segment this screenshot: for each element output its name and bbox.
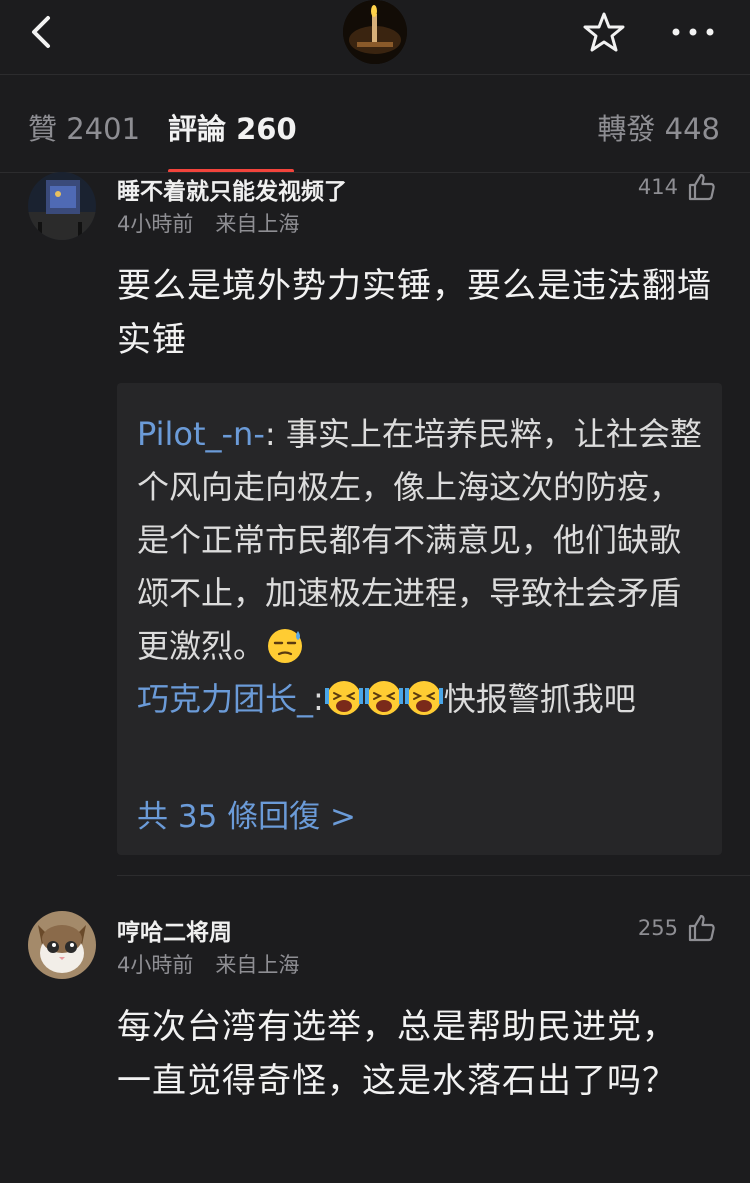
star-icon[interactable] bbox=[580, 8, 628, 56]
sweat-emoji-icon bbox=[268, 629, 303, 663]
reply-item: 巧克力团长_: 快报警抓我吧 bbox=[137, 673, 707, 726]
comment-meta: 4小時前 来自上海 bbox=[117, 949, 299, 979]
author-avatar[interactable] bbox=[343, 0, 407, 64]
tab-comments[interactable]: 評論 260 bbox=[168, 106, 297, 148]
reply-colon: : bbox=[313, 680, 324, 718]
avatar[interactable] bbox=[28, 911, 96, 979]
cat-avatar-image bbox=[28, 911, 96, 979]
comment-location: 来自上海 bbox=[215, 212, 300, 236]
tab-likes[interactable]: 贊 2401 bbox=[28, 106, 140, 148]
view-all-replies-link[interactable]: 共 35 條回復 > bbox=[137, 791, 356, 836]
like-button[interactable]: 414 bbox=[638, 172, 716, 202]
tab-bar: 贊 2401 評論 260 轉發 448 bbox=[0, 76, 750, 173]
more-dots-icon[interactable] bbox=[668, 20, 718, 44]
avatar[interactable] bbox=[28, 172, 96, 240]
comment-text: 每次台湾有选举，总是帮助民进党，一直觉得奇怪，这是水落石出了吗？ bbox=[117, 1007, 677, 1101]
reply-item: Pilot_-n-: 事实上在培养民粹，让社会整个风向走向极左，像上海这次的防疫… bbox=[137, 408, 707, 673]
candle-image bbox=[343, 0, 407, 64]
back-chevron-icon[interactable] bbox=[22, 10, 62, 54]
reply-preview[interactable]: Pilot_-n-: 事实上在培养民粹，让社会整个风向走向极左，像上海这次的防疫… bbox=[117, 383, 722, 855]
avatar-image bbox=[28, 172, 96, 240]
comment-username[interactable]: 睡不着就只能发视频了 bbox=[117, 172, 347, 206]
comment-username[interactable]: 哼哈二将周 bbox=[117, 913, 232, 947]
like-count: 414 bbox=[637, 175, 678, 199]
crying-laughing-emoji-icon bbox=[324, 681, 363, 715]
comment-time: 4小時前 bbox=[117, 212, 194, 236]
crying-laughing-emoji-icon bbox=[364, 681, 403, 715]
thumbs-up-icon bbox=[688, 914, 715, 942]
comment-time: 4小時前 bbox=[117, 953, 194, 977]
like-button[interactable]: 255 bbox=[638, 913, 716, 943]
crying-laughing-emoji-icon bbox=[404, 681, 443, 715]
comment-text: 要么是境外势力实锤，要么是违法翻墙实锤 bbox=[117, 266, 712, 360]
top-bar bbox=[0, 0, 750, 75]
reply-text: 快报警抓我吧 bbox=[443, 680, 636, 718]
reply-username[interactable]: Pilot_-n- bbox=[137, 415, 265, 453]
thumbs-up-icon bbox=[688, 173, 715, 201]
comment-meta: 4小時前 来自上海 bbox=[117, 208, 299, 238]
comment-location: 来自上海 bbox=[215, 953, 300, 977]
tab-reposts[interactable]: 轉發 448 bbox=[597, 106, 720, 148]
reply-username[interactable]: 巧克力团长_ bbox=[137, 680, 313, 718]
like-count: 255 bbox=[637, 916, 678, 940]
comment-separator bbox=[117, 875, 750, 876]
